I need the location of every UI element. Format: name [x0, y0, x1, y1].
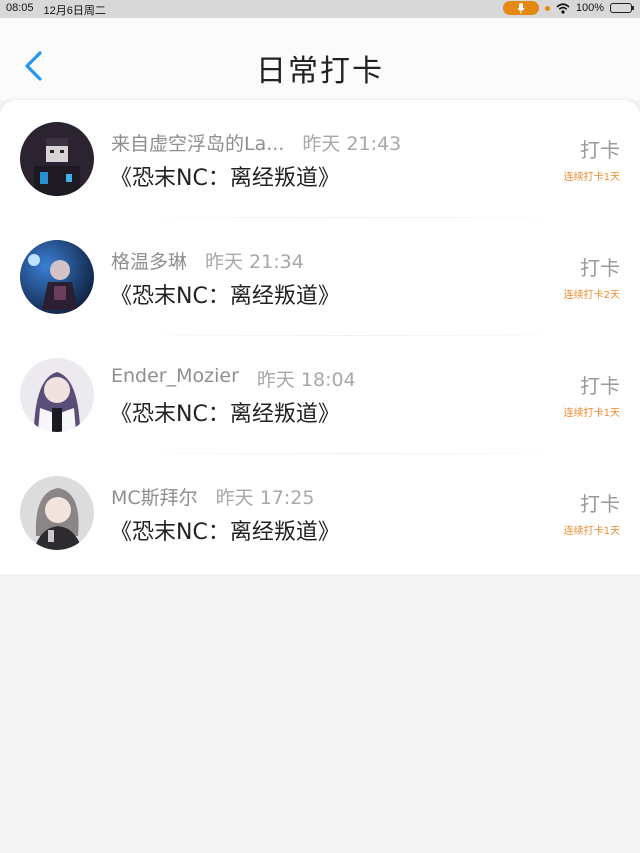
timestamp: 昨天 17:25: [215, 487, 315, 509]
checkin-button[interactable]: 打卡: [580, 134, 620, 163]
recording-dot-icon: [544, 5, 550, 11]
book-title: 《恐末NC：离经叛道》: [110, 520, 340, 545]
streak-label: 连续打卡1天: [563, 526, 620, 537]
battery-icon: [610, 3, 634, 13]
wifi-icon: [556, 2, 570, 14]
microphone-icon: [517, 2, 525, 13]
avatar[interactable]: [20, 476, 94, 550]
streak-label: 连续打卡1天: [563, 172, 620, 183]
streak-label: 连续打卡2天: [563, 290, 620, 301]
battery-percentage: 100%: [575, 2, 604, 14]
status-date: 12月6日周二: [43, 5, 106, 17]
navigation-bar: 日常打卡: [0, 18, 640, 100]
streak-label: 连续打卡1天: [563, 408, 620, 419]
book-title: 《恐末NC：离经叛道》: [110, 166, 340, 191]
page-title: 日常打卡: [256, 54, 384, 89]
book-title: 《恐末NC：离经叛道》: [110, 402, 340, 427]
microphone-indicator: [502, 1, 539, 15]
username: MC斯拜尔: [111, 487, 198, 509]
timestamp: 昨天 21:34: [205, 251, 304, 273]
avatar[interactable]: [20, 358, 94, 432]
avatar[interactable]: [20, 122, 94, 196]
timestamp: 昨天 21:43: [302, 133, 402, 155]
avatar[interactable]: [20, 240, 94, 314]
checkin-button[interactable]: 打卡: [580, 252, 620, 281]
list-item[interactable]: MC斯拜尔 昨天 17:25 《恐末NC：离经叛道》 打卡 连续打卡1天: [0, 454, 640, 572]
username: 格温多琳: [111, 251, 188, 273]
status-time: 08:05: [6, 2, 34, 14]
list-item[interactable]: Ender_Mozier 昨天 18:04 《恐末NC：离经叛道》 打卡 连续打…: [0, 336, 640, 454]
status-bar: 08:05 12月6日周二 100%: [0, 0, 640, 18]
checkin-button[interactable]: 打卡: [580, 488, 620, 517]
timestamp: 昨天 18:04: [256, 369, 356, 391]
checkin-list: 来自虚空浮岛的La... 昨天 21:43 《恐末NC：离经叛道》 打卡 连续打…: [0, 100, 640, 574]
book-title: 《恐末NC：离经叛道》: [110, 284, 340, 309]
username: Ender_Mozier: [111, 365, 239, 387]
checkin-button[interactable]: 打卡: [580, 370, 620, 399]
list-item[interactable]: 来自虚空浮岛的La... 昨天 21:43 《恐末NC：离经叛道》 打卡 连续打…: [0, 100, 640, 218]
list-item[interactable]: 格温多琳 昨天 21:34 《恐末NC：离经叛道》 打卡 连续打卡2天: [0, 218, 640, 336]
username: 来自虚空浮岛的La...: [111, 133, 285, 155]
